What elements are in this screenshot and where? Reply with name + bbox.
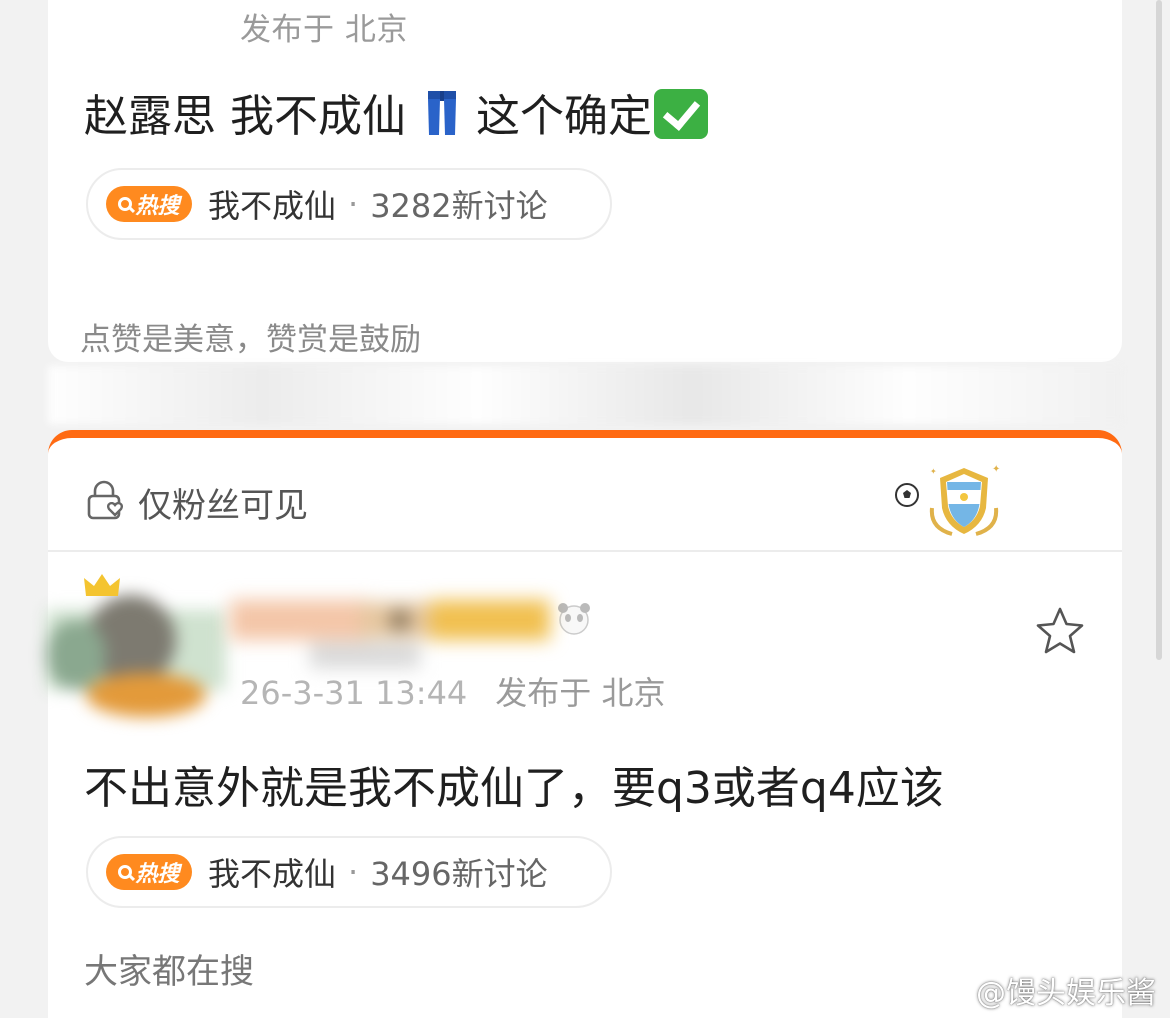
discussion-count: 3282新讨论 — [370, 187, 548, 225]
post-text: 赵露思 我不成仙 这个确定 — [84, 80, 708, 148]
fans-only-label: 仅粉丝可见 — [138, 486, 308, 526]
blurred-divider — [48, 366, 1122, 424]
username-blurred[interactable] — [230, 580, 590, 680]
post-publish-location: 发布于 北京 — [495, 674, 666, 712]
fans-only-header: 仅粉丝可见 ✦ ✦ — [48, 438, 1122, 552]
soccer-ball-icon — [895, 483, 919, 507]
panda-icon — [558, 603, 590, 635]
scrollbar[interactable] — [1156, 0, 1162, 660]
trending-searches-label: 大家都在搜 — [84, 952, 254, 992]
favorite-star-icon[interactable] — [1034, 606, 1086, 656]
post-publish-location: 发布于 北京 — [240, 12, 408, 48]
argentina-badge-icon: ✦ ✦ — [929, 464, 1000, 536]
hot-search-pill[interactable]: 热搜 我不成仙 · 3282新讨论 — [86, 168, 612, 240]
post-text: 不出意外就是我不成仙了，要q3或者q4应该 — [84, 763, 944, 814]
search-icon — [118, 865, 133, 879]
hot-search-badge: 热搜 — [106, 854, 192, 890]
hot-badge-label: 热搜 — [135, 194, 180, 219]
post-text-part: 这个确定 — [476, 91, 652, 142]
hot-topic: 我不成仙 — [208, 187, 337, 225]
discussion-count: 3496新讨论 — [370, 855, 548, 893]
svg-text:✦: ✦ — [930, 467, 937, 476]
post-time: 26-3-31 13:44 — [240, 674, 468, 712]
hot-search-pill[interactable]: 热搜 我不成仙 · 3496新讨论 — [86, 836, 612, 908]
watermark: @馒头娱乐酱 — [928, 968, 1156, 1012]
jeans-icon — [426, 89, 458, 148]
check-mark-icon — [654, 89, 708, 139]
hot-badge-label: 热搜 — [135, 862, 180, 887]
separator-dot: · — [348, 185, 359, 223]
post-meta: 26-3-31 13:44 发布于 北京 — [240, 668, 665, 714]
crown-icon — [84, 574, 120, 596]
post-text-part: 赵露思 我不成仙 — [84, 91, 406, 142]
hot-topic: 我不成仙 — [208, 855, 337, 893]
reward-slogan: 点赞是美意，赞赏是鼓励 — [80, 322, 421, 358]
watermark-text: @馒头娱乐酱 — [976, 976, 1156, 1011]
hot-search-badge: 热搜 — [106, 186, 192, 222]
post-card-fans-only: 仅粉丝可见 ✦ ✦ — [48, 430, 1122, 1018]
lock-heart-icon — [87, 480, 123, 520]
weibo-logo-icon — [929, 977, 970, 1006]
search-icon — [118, 197, 133, 211]
separator-dot: · — [348, 853, 359, 891]
svg-text:✦: ✦ — [992, 464, 1000, 475]
avatar[interactable] — [36, 580, 236, 720]
